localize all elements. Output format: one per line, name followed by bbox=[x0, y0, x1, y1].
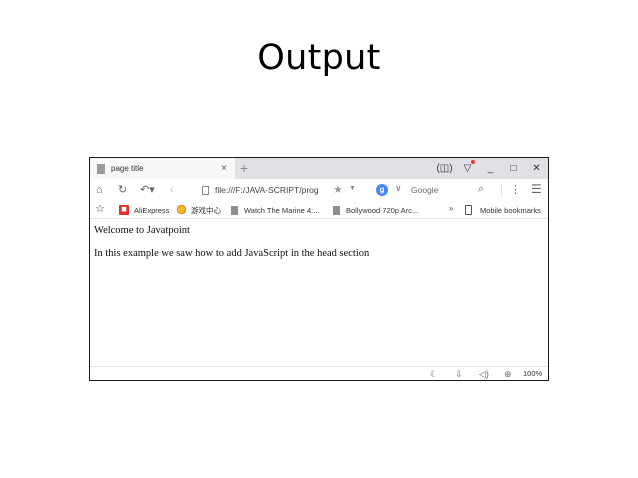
home-icon[interactable]: ⌂ bbox=[96, 182, 103, 198]
maximize-button[interactable]: □ bbox=[502, 163, 525, 174]
address-text: file:///F:/JAVA-SCRIPT/prog bbox=[215, 185, 319, 195]
status-bar: ☾ ⇩ ◁) ⊕ 100% bbox=[90, 366, 548, 380]
tab-close-icon[interactable]: × bbox=[221, 163, 227, 174]
navigation-bar: ⌂ ↻ ↶▾ ‹ file:///F:/JAVA-SCRIPT/prog ★ ▼… bbox=[90, 179, 548, 201]
shield-glyph: ▽ bbox=[463, 163, 472, 174]
zoom-level[interactable]: 100% bbox=[523, 369, 542, 379]
phone-icon bbox=[465, 205, 472, 215]
browser-window: page title × + (◫) ▽ _ □ ✕ ⌂ ↻ ↶▾ ‹ file… bbox=[89, 157, 549, 381]
new-tab-button[interactable]: + bbox=[240, 160, 248, 176]
search-engine-icon[interactable]: g bbox=[376, 184, 388, 196]
folder-icon bbox=[333, 205, 340, 215]
bookmark-game-center[interactable]: 游戏中心 bbox=[176, 204, 221, 216]
reader-mode-icon[interactable]: (◫) bbox=[433, 163, 456, 174]
bookmark-label: Watch The Marine 4:... bbox=[244, 205, 320, 215]
page-icon bbox=[97, 163, 105, 174]
tab-title: page title bbox=[111, 164, 144, 173]
sound-icon[interactable]: ◁) bbox=[479, 368, 489, 380]
download-icon[interactable]: ⇩ bbox=[455, 368, 463, 380]
bookmark-bollywood[interactable]: Bollywood 720p Arc... bbox=[333, 204, 418, 216]
undo-icon[interactable]: ↶▾ bbox=[140, 182, 155, 198]
close-window-button[interactable]: ✕ bbox=[525, 163, 548, 174]
menu-icon[interactable]: ☰ bbox=[531, 182, 542, 196]
mobile-bookmarks[interactable]: Mobile bookmarks bbox=[465, 204, 541, 216]
night-mode-icon[interactable]: ☾ bbox=[430, 368, 438, 380]
minimize-button[interactable]: _ bbox=[479, 163, 502, 174]
bookmark-label: Bollywood 720p Arc... bbox=[346, 205, 419, 215]
search-engine-chevron-icon[interactable]: ∨ bbox=[395, 183, 402, 194]
bookmark-label: AliExpress bbox=[134, 205, 170, 215]
more-options-icon[interactable]: ⋮ bbox=[510, 183, 521, 196]
notification-dot bbox=[471, 160, 475, 164]
bookmark-label: 游戏中心 bbox=[191, 205, 221, 215]
address-bar[interactable]: file:///F:/JAVA-SCRIPT/prog bbox=[202, 182, 372, 198]
divider bbox=[501, 184, 502, 196]
zoom-icon[interactable]: ⊕ bbox=[504, 368, 512, 380]
tab-strip: page title × + (◫) ▽ _ □ ✕ bbox=[90, 158, 548, 179]
slide-title: Output bbox=[257, 38, 381, 78]
mobile-bookmarks-label: Mobile bookmarks bbox=[480, 205, 541, 215]
address-dropdown-icon[interactable]: ▼ bbox=[349, 185, 356, 192]
bookmarks-star-icon[interactable]: ☆ bbox=[95, 202, 105, 215]
bookmark-aliexpress[interactable]: ◼ AliExpress bbox=[119, 204, 169, 216]
page-content: Welcome to Javatpoint In this example we… bbox=[94, 225, 369, 271]
description-text: In this example we saw how to add JavaSc… bbox=[94, 248, 370, 259]
window-controls: (◫) ▽ _ □ ✕ bbox=[433, 158, 548, 179]
game-center-icon bbox=[176, 205, 187, 215]
search-input[interactable] bbox=[411, 183, 471, 197]
bookmark-watch-the-marine[interactable]: Watch The Marine 4:... bbox=[231, 204, 319, 216]
search-icon[interactable]: ⌕ bbox=[478, 183, 484, 196]
folder-icon bbox=[231, 205, 238, 215]
back-icon[interactable]: ‹ bbox=[170, 182, 174, 198]
aliexpress-icon: ◼ bbox=[119, 205, 129, 215]
bookmark-star-icon[interactable]: ★ bbox=[333, 183, 343, 196]
bookmarks-overflow-icon[interactable]: » bbox=[449, 204, 453, 213]
welcome-text: Welcome to Javatpoint bbox=[94, 225, 190, 236]
bookmarks-bar: ☆ ◼ AliExpress 游戏中心 Watch The Marine 4:.… bbox=[90, 201, 548, 219]
file-icon bbox=[202, 185, 209, 195]
shield-icon[interactable]: ▽ bbox=[456, 160, 479, 174]
reload-icon[interactable]: ↻ bbox=[118, 182, 127, 198]
tab-page-title[interactable]: page title × bbox=[90, 158, 235, 179]
